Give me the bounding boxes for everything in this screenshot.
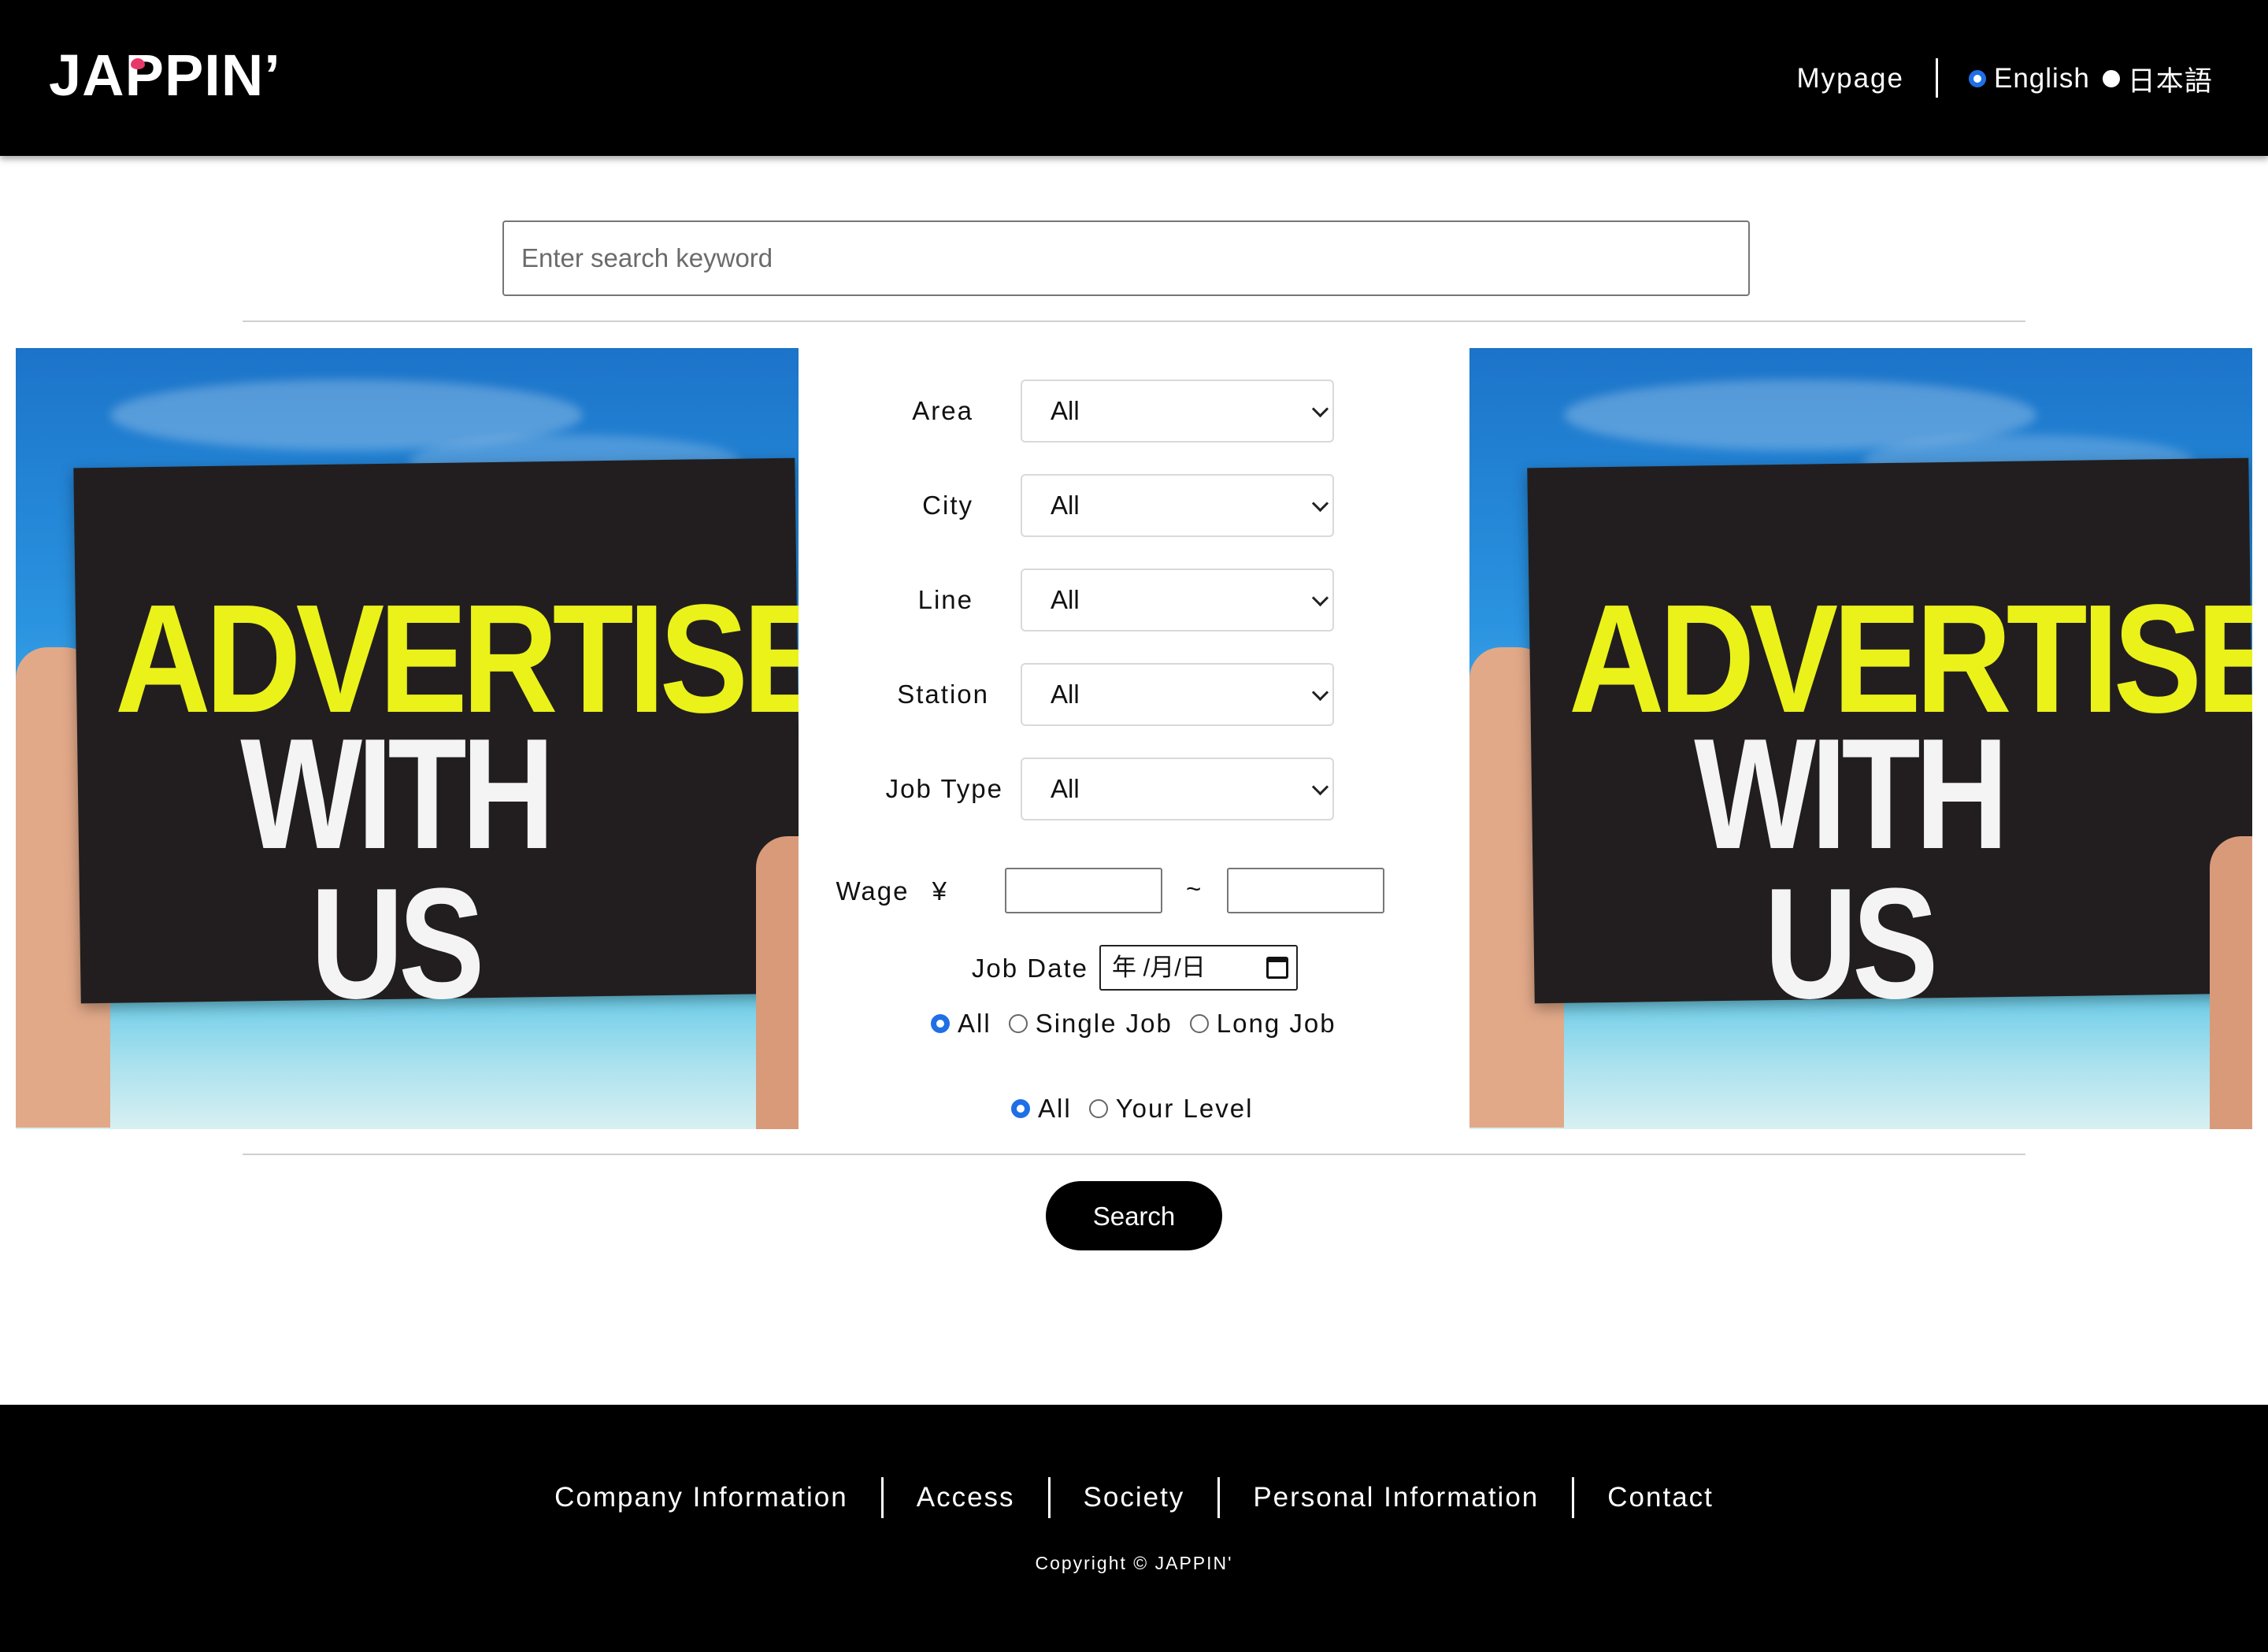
top-divider <box>243 320 2025 322</box>
keyword-search-input[interactable] <box>502 220 1750 296</box>
lips-icon <box>131 58 145 69</box>
radio-level-all[interactable] <box>1011 1099 1030 1118</box>
job-length-radio-group: All Single Job Long Job <box>931 1008 1354 1039</box>
language-option-english[interactable]: English <box>1969 63 2090 94</box>
logo-text: JAPPIN’ <box>49 43 281 108</box>
job-date-label: Job Date <box>971 954 1088 983</box>
line-value: All <box>1051 585 1080 614</box>
advertisement-right[interactable]: ADVERTISE WITH US <box>1469 348 2252 1129</box>
wage-label-text: Wage <box>836 876 910 906</box>
radio-job-length-all[interactable] <box>931 1014 950 1033</box>
job-date-input[interactable]: 年 /月/日 <box>1099 945 1298 991</box>
ad-subline: WITH US <box>240 706 554 1032</box>
site-header: JAPPIN’ Mypage English 日本語 <box>0 0 2268 156</box>
wage-range-separator: ~ <box>1186 874 1202 903</box>
wage-max-input[interactable] <box>1227 868 1384 913</box>
job-type-label: Job Type <box>885 774 1003 803</box>
mypage-link[interactable]: Mypage <box>1796 57 1904 101</box>
wage-label: Wage ¥ <box>743 860 948 923</box>
language-label-japanese: 日本語 <box>2127 65 2213 97</box>
calendar-icon[interactable] <box>1266 957 1288 979</box>
job-type-value: All <box>1051 774 1080 803</box>
language-option-japanese[interactable]: 日本語 <box>2102 59 2213 99</box>
chevron-down-icon <box>1311 683 1329 702</box>
radio-single-job[interactable] <box>1008 1014 1028 1033</box>
area-select[interactable]: All <box>1021 380 1334 443</box>
line-label: Line <box>917 585 973 614</box>
chevron-down-icon <box>1311 400 1329 418</box>
footer-link-company-information[interactable]: Company Information <box>521 1482 881 1513</box>
bottom-divider <box>243 1154 2025 1155</box>
job-date-value: 年 /月/日 <box>1112 954 1206 981</box>
chevron-down-icon <box>1311 778 1329 796</box>
advertisement-left[interactable]: ADVERTISE WITH US <box>16 348 799 1129</box>
area-label: Area <box>912 396 973 425</box>
ad-hand <box>2210 836 2252 1129</box>
station-value: All <box>1051 680 1080 709</box>
chevron-down-icon <box>1311 589 1329 607</box>
site-logo[interactable]: JAPPIN’ <box>49 44 281 107</box>
city-select[interactable]: All <box>1021 474 1334 537</box>
radio-your-level[interactable] <box>1088 1099 1108 1118</box>
yen-symbol: ¥ <box>932 876 948 906</box>
ad-subline: WITH US <box>1694 706 2008 1032</box>
site-footer <box>0 1405 2268 1652</box>
job-type-select[interactable]: All <box>1021 757 1334 820</box>
wage-min-input[interactable] <box>1005 868 1162 913</box>
your-level-label: Your Level <box>1115 1094 1254 1123</box>
language-selector: English 日本語 <box>1969 57 2225 101</box>
nav-divider <box>1936 58 1938 98</box>
line-select[interactable]: All <box>1021 569 1334 632</box>
city-label: City <box>922 491 973 520</box>
radio-long-job[interactable] <box>1189 1014 1209 1033</box>
job-length-all-label: All <box>958 1009 991 1038</box>
radio-japanese[interactable] <box>2102 70 2120 87</box>
single-job-label: Single Job <box>1035 1009 1173 1038</box>
copyright-text: Copyright © JAPPIN' <box>1035 1553 1233 1573</box>
station-label: Station <box>897 680 989 709</box>
footer-link-contact[interactable]: Contact <box>1574 1482 1747 1513</box>
footer-link-society[interactable]: Society <box>1051 1482 1218 1513</box>
area-value: All <box>1051 396 1080 425</box>
language-label-english: English <box>1994 63 2090 94</box>
level-radio-group: All Your Level <box>1011 1093 1270 1124</box>
city-value: All <box>1051 491 1080 520</box>
radio-english[interactable] <box>1969 70 1986 87</box>
long-job-label: Long Job <box>1216 1009 1336 1038</box>
footer-nav: Company Information Access Society Perso… <box>0 1477 2268 1518</box>
chevron-down-icon <box>1311 494 1329 513</box>
station-select[interactable]: All <box>1021 663 1334 726</box>
level-all-label: All <box>1038 1094 1072 1123</box>
footer-link-access[interactable]: Access <box>884 1482 1048 1513</box>
search-button[interactable]: Search <box>1046 1181 1222 1250</box>
footer-link-personal-information[interactable]: Personal Information <box>1220 1482 1572 1513</box>
